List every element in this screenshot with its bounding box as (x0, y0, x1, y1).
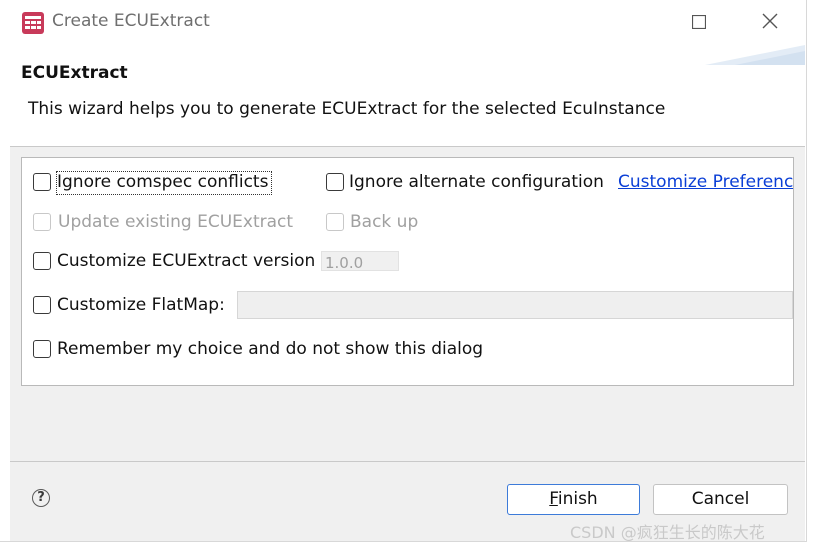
ignore-alternate-label[interactable]: Ignore alternate configuration (349, 172, 604, 192)
ignore-alternate-checkbox[interactable] (326, 173, 344, 191)
help-icon[interactable]: ? (32, 489, 50, 507)
header-banner-decoration (665, 45, 805, 65)
back-up-label[interactable]: Back up (350, 212, 418, 232)
update-existing-checkbox[interactable] (33, 213, 51, 231)
close-icon (762, 13, 778, 33)
app-icon (21, 11, 45, 35)
ignore-comspec-label[interactable]: Ignore comspec conflicts (57, 172, 268, 192)
remember-choice-label[interactable]: Remember my choice and do not show this … (57, 339, 483, 359)
update-existing-label[interactable]: Update existing ECUExtract (58, 212, 293, 232)
flatmap-input[interactable] (237, 291, 793, 319)
remember-choice-checkbox[interactable] (33, 340, 51, 358)
customize-flatmap-checkbox[interactable] (33, 296, 51, 314)
dialog-window: Create ECUExtract ECUExtract This wizard… (0, 0, 807, 542)
wizard-title: ECUExtract (21, 63, 128, 83)
content-spacer (10, 397, 805, 462)
wizard-content: Ignore comspec conflicts Ignore alternat… (10, 147, 805, 397)
cancel-button[interactable]: Cancel (653, 484, 788, 515)
wizard-description: This wizard helps you to generate ECUExt… (28, 99, 666, 119)
ignore-comspec-checkbox[interactable] (33, 173, 51, 191)
title-bar[interactable]: Create ECUExtract (0, 0, 806, 45)
options-group: Ignore comspec conflicts Ignore alternat… (21, 157, 794, 386)
watermark-text: CSDN @疯狂生长的陈大花 (570, 523, 765, 542)
back-up-checkbox[interactable] (326, 213, 344, 231)
version-input[interactable]: 1.0.0 (321, 251, 399, 271)
customize-version-label[interactable]: Customize ECUExtract version (57, 251, 315, 271)
maximize-icon (691, 14, 707, 33)
customize-flatmap-label[interactable]: Customize FlatMap: (57, 295, 225, 315)
close-button[interactable] (748, 8, 792, 38)
customize-version-checkbox[interactable] (33, 252, 51, 270)
wizard-header: ECUExtract This wizard helps you to gene… (10, 45, 805, 147)
window-title: Create ECUExtract (52, 11, 210, 31)
maximize-button[interactable] (677, 8, 721, 38)
customize-preferences-link[interactable]: Customize Preferenc (618, 172, 793, 192)
finish-button[interactable]: Finish (507, 484, 640, 515)
